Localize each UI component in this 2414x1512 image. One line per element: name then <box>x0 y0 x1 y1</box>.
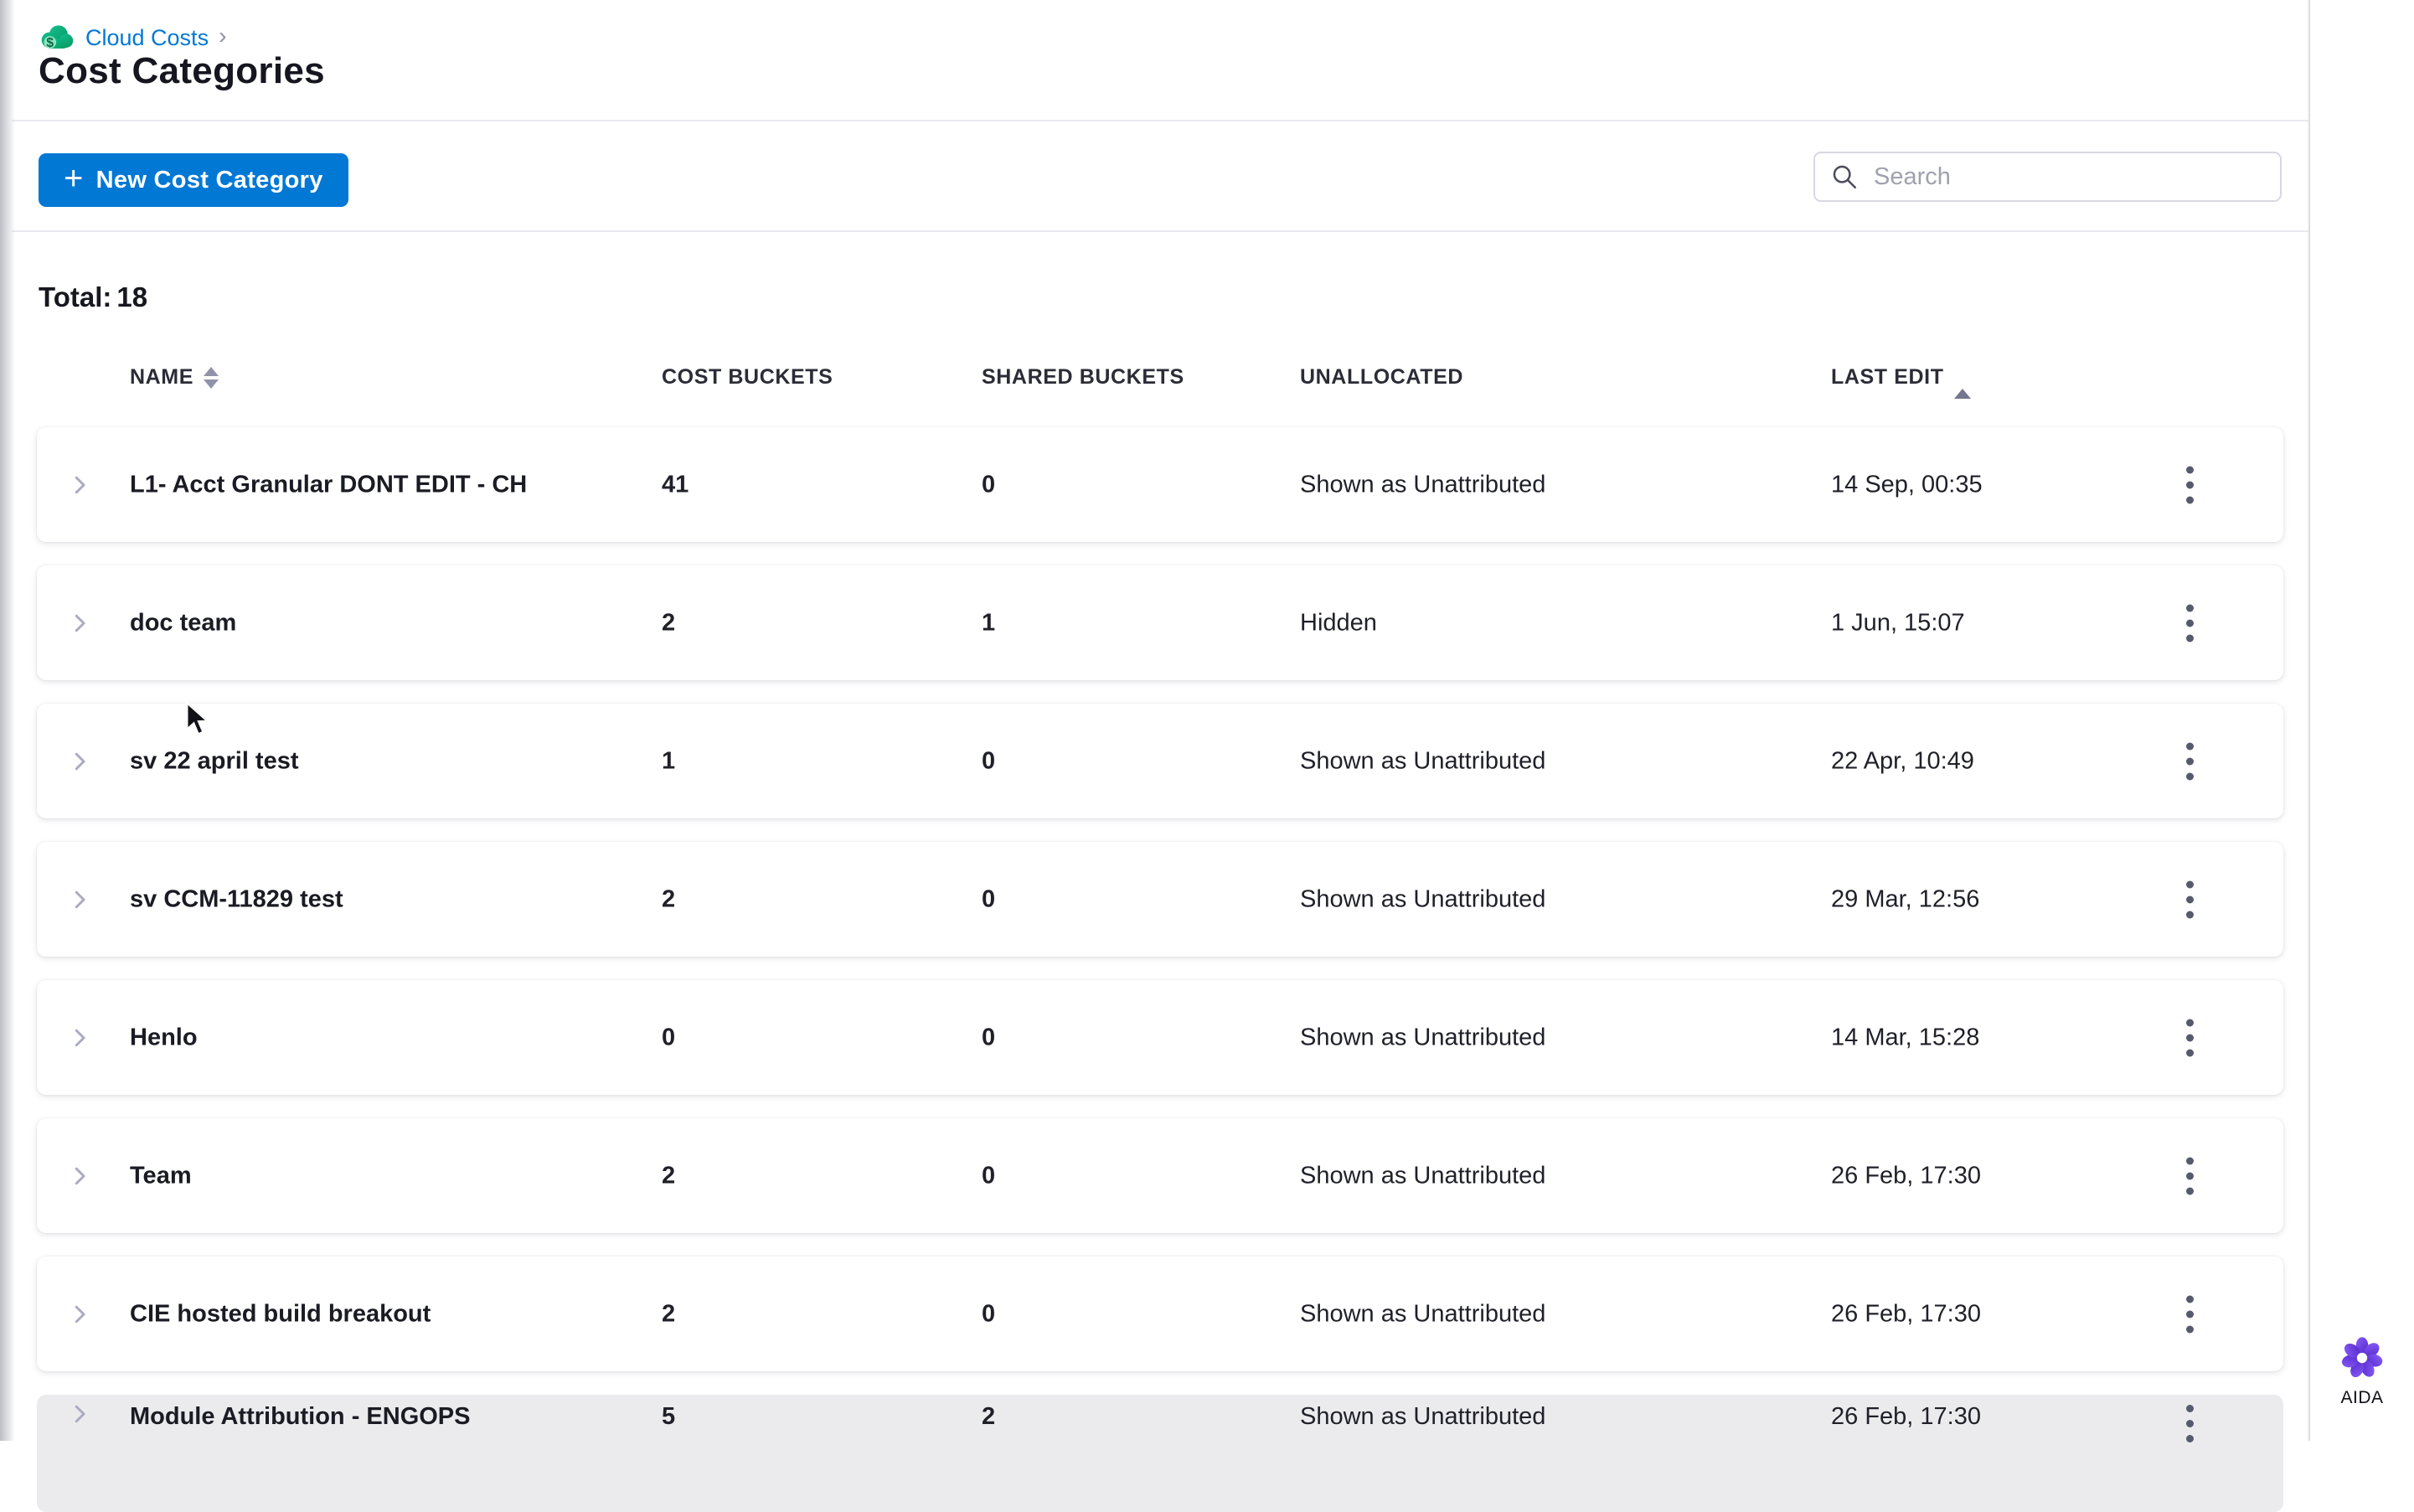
unallocated-value: Shown as Unattributed <box>1300 1162 1546 1189</box>
unallocated-value: Shown as Unattributed <box>1300 1300 1546 1327</box>
breadcrumb: $ Cloud Costs › <box>39 23 226 52</box>
cost-buckets-value: 2 <box>662 885 676 912</box>
sort-icon[interactable] <box>204 366 219 389</box>
page-header: $ Cloud Costs › Cost Categories <box>12 0 2308 121</box>
column-label: NAME <box>130 365 194 389</box>
sort-ascending-icon[interactable] <box>1953 365 1971 399</box>
right-rail <box>2310 0 2414 1441</box>
column-header-name[interactable]: NAME <box>130 365 219 390</box>
breadcrumb-cloud-costs-link[interactable]: Cloud Costs <box>85 26 209 49</box>
table-row[interactable]: CIE hosted build breakout 2 0 Shown as U… <box>37 1257 2283 1371</box>
expand-chevron-icon[interactable] <box>67 749 92 774</box>
column-header-shared-buckets: SHARED BUCKETS <box>982 365 1184 390</box>
cost-category-name: L1- Acct Granular DONT EDIT - CH <box>130 471 528 498</box>
shared-buckets-value: 0 <box>982 747 996 774</box>
unallocated-value: Shown as Unattributed <box>1300 885 1546 912</box>
last-edit-value: 14 Sep, 00:35 <box>1831 471 1983 498</box>
cost-category-name: sv CCM-11829 test <box>130 885 343 912</box>
cost-buckets-value: 2 <box>662 609 676 636</box>
total-count: Total: 18 <box>39 281 152 313</box>
unallocated-value: Shown as Unattributed <box>1300 471 1546 498</box>
last-edit-value: 26 Feb, 17:30 <box>1831 1162 1981 1189</box>
svg-text:$: $ <box>46 36 54 50</box>
last-edit-value: 29 Mar, 12:56 <box>1831 885 1980 912</box>
shared-buckets-value: 1 <box>982 609 996 636</box>
search-box[interactable] <box>1813 152 2282 202</box>
column-header-unallocated: UNALLOCATED <box>1300 365 1463 390</box>
cost-category-name: Henlo <box>130 1024 198 1050</box>
cost-buckets-value: 1 <box>662 747 676 774</box>
left-edge-shade <box>0 0 15 1441</box>
table-row[interactable]: doc team 2 1 Hidden 1 Jun, 15:07 <box>37 565 2283 680</box>
aida-label: AIDA <box>2340 1388 2384 1407</box>
page-title: Cost Categories <box>39 50 325 91</box>
column-label: SHARED BUCKETS <box>982 365 1184 389</box>
cost-category-name: Module Attribution - ENGOPS <box>130 1403 471 1430</box>
cost-category-name: sv 22 april test <box>130 747 299 774</box>
column-label: LAST EDIT <box>1831 365 1944 389</box>
cost-buckets-value: 41 <box>662 471 689 498</box>
last-edit-value: 26 Feb, 17:30 <box>1831 1300 1981 1327</box>
table-header: NAME COST BUCKETS SHARED BUCKETS UNALLOC… <box>37 359 2283 404</box>
shared-buckets-value: 0 <box>982 1024 996 1050</box>
cloud-costs-icon: $ <box>39 23 75 52</box>
kebab-menu-icon[interactable] <box>2181 461 2199 508</box>
last-edit-value: 26 Feb, 17:30 <box>1831 1403 1981 1430</box>
table-row[interactable]: Henlo 0 0 Shown as Unattributed 14 Mar, … <box>37 980 2283 1095</box>
new-cost-category-button[interactable]: + New Cost Category <box>39 153 348 207</box>
column-label: UNALLOCATED <box>1300 365 1464 389</box>
cost-category-name: doc team <box>130 609 237 636</box>
shared-buckets-value: 2 <box>982 1403 996 1430</box>
expand-chevron-icon[interactable] <box>67 611 92 636</box>
unallocated-value: Hidden <box>1300 609 1377 636</box>
column-header-cost-buckets: COST BUCKETS <box>662 365 833 390</box>
expand-chevron-icon[interactable] <box>67 1025 92 1050</box>
kebab-menu-icon[interactable] <box>2181 1152 2199 1200</box>
unallocated-value: Shown as Unattributed <box>1300 1024 1546 1050</box>
cost-category-name: CIE hosted build breakout <box>130 1300 431 1327</box>
table-row[interactable]: L1- Acct Granular DONT EDIT - CH 41 0 Sh… <box>37 427 2283 542</box>
last-edit-value: 14 Mar, 15:28 <box>1831 1024 1980 1050</box>
table-row[interactable]: Team 2 0 Shown as Unattributed 26 Feb, 1… <box>37 1118 2283 1233</box>
unallocated-value: Shown as Unattributed <box>1300 747 1546 774</box>
table-row[interactable]: sv CCM-11829 test 2 0 Shown as Unattribu… <box>37 842 2283 957</box>
shared-buckets-value: 0 <box>982 885 996 912</box>
shared-buckets-value: 0 <box>982 471 996 498</box>
kebab-menu-icon[interactable] <box>2181 875 2199 923</box>
expand-chevron-icon[interactable] <box>67 1164 92 1189</box>
cost-buckets-value: 5 <box>662 1403 676 1430</box>
kebab-menu-icon[interactable] <box>2181 737 2199 785</box>
breadcrumb-separator: › <box>219 23 227 49</box>
toolbar: + New Cost Category <box>12 121 2308 232</box>
total-label: Total: <box>39 281 112 312</box>
new-cost-category-label: New Cost Category <box>95 166 323 194</box>
expand-chevron-icon[interactable] <box>67 1401 92 1427</box>
expand-chevron-icon[interactable] <box>67 472 92 498</box>
cost-buckets-value: 2 <box>662 1300 676 1327</box>
expand-chevron-icon[interactable] <box>67 887 92 912</box>
last-edit-value: 22 Apr, 10:49 <box>1831 747 1974 774</box>
total-value: 18 <box>116 281 148 312</box>
last-edit-value: 1 Jun, 15:07 <box>1831 609 1965 636</box>
cost-buckets-value: 2 <box>662 1162 676 1189</box>
column-label: COST BUCKETS <box>662 365 833 389</box>
search-input[interactable] <box>1872 162 2265 192</box>
kebab-menu-icon[interactable] <box>2181 599 2199 647</box>
aida-logo-icon <box>2339 1337 2385 1384</box>
shared-buckets-value: 0 <box>982 1300 996 1327</box>
aida-widget[interactable]: AIDA <box>2310 1335 2414 1408</box>
table-row[interactable]: sv 22 april test 1 0 Shown as Unattribut… <box>37 704 2283 818</box>
shared-buckets-value: 0 <box>982 1162 996 1189</box>
cost-category-list: L1- Acct Granular DONT EDIT - CH 41 0 Sh… <box>37 427 2283 1512</box>
kebab-menu-icon[interactable] <box>2181 1400 2199 1447</box>
search-icon <box>1830 163 1859 191</box>
unallocated-value: Shown as Unattributed <box>1300 1403 1546 1430</box>
expand-chevron-icon[interactable] <box>67 1302 92 1327</box>
kebab-menu-icon[interactable] <box>2181 1290 2199 1338</box>
cost-buckets-value: 0 <box>662 1024 676 1050</box>
column-header-last-edit[interactable]: LAST EDIT <box>1831 365 1971 399</box>
table-row[interactable]: Module Attribution - ENGOPS 5 2 Shown as… <box>37 1395 2283 1512</box>
cost-category-name: Team <box>130 1162 192 1189</box>
kebab-menu-icon[interactable] <box>2181 1014 2199 1061</box>
